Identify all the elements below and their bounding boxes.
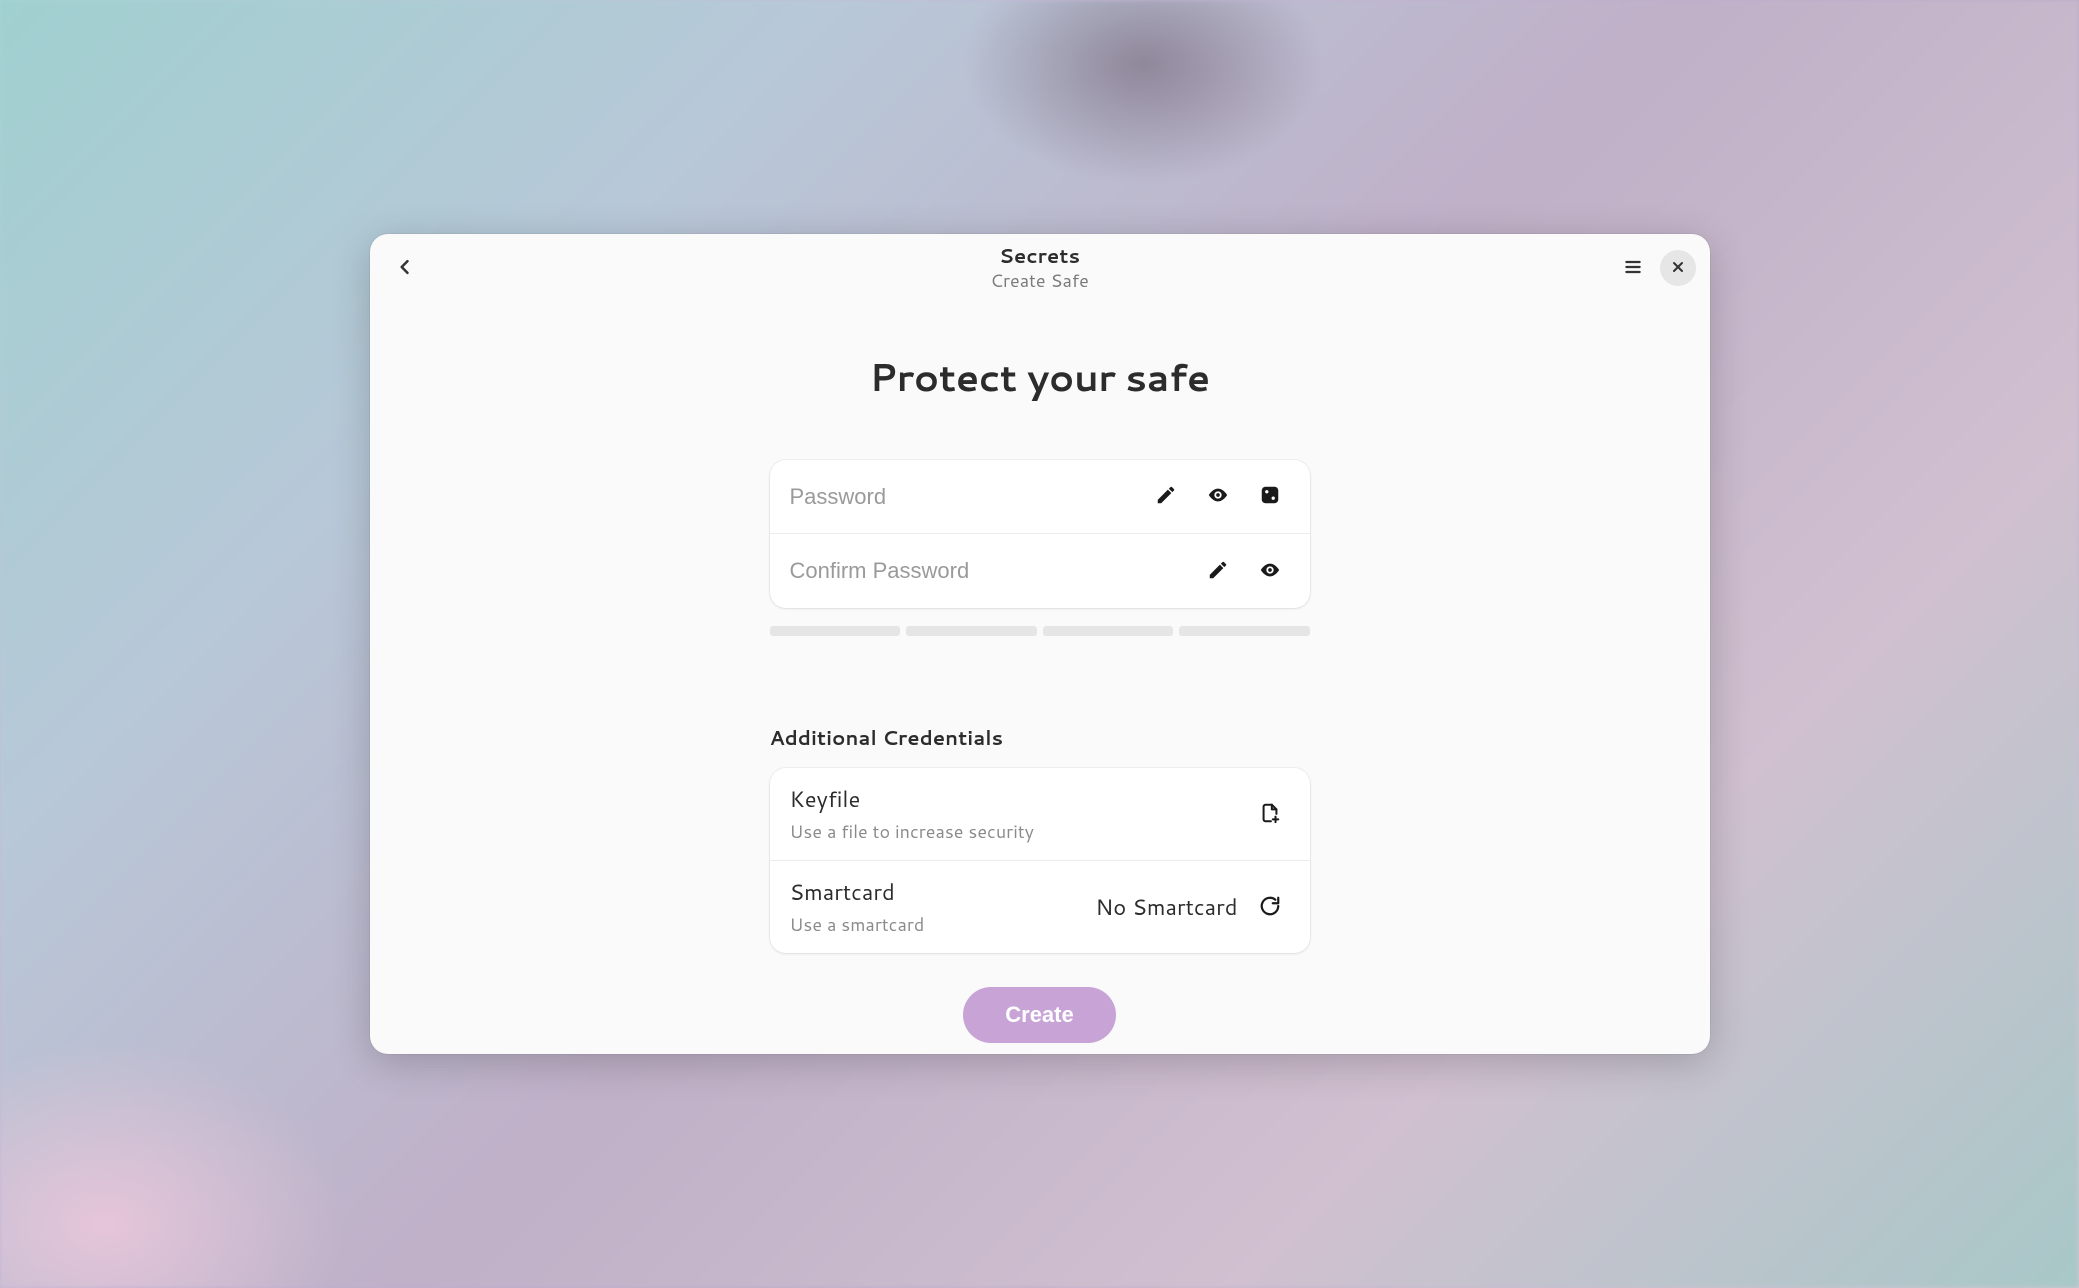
dice-icon (1259, 484, 1281, 509)
app-window: Secrets Create Safe Protect your safe (370, 234, 1710, 1054)
keyfile-add-button[interactable] (1250, 794, 1290, 834)
create-button[interactable]: Create (963, 987, 1115, 1043)
strength-segment (770, 626, 901, 636)
close-button[interactable] (1660, 250, 1696, 286)
strength-segment (1043, 626, 1174, 636)
close-icon (1670, 259, 1686, 278)
window-subtitle: Create Safe (990, 269, 1089, 292)
refresh-icon (1259, 895, 1281, 920)
password-group (770, 460, 1310, 608)
additional-credentials-group: Keyfile Use a file to increase security … (770, 768, 1310, 953)
password-strength-meter (770, 626, 1310, 636)
smartcard-row[interactable]: Smartcard Use a smartcard No Smartcard (770, 861, 1310, 953)
smartcard-value: No Smartcard (1095, 892, 1237, 923)
header-title-block: Secrets Create Safe (990, 244, 1089, 292)
password-input[interactable] (790, 484, 1134, 510)
additional-credentials-label: Additional Credentials (770, 724, 1310, 752)
keyfile-row[interactable]: Keyfile Use a file to increase security (770, 768, 1310, 861)
pencil-icon (1207, 559, 1229, 584)
page-title: Protect your safe (869, 350, 1209, 404)
smartcard-refresh-button[interactable] (1250, 887, 1290, 927)
strength-segment (906, 626, 1037, 636)
keyfile-title: Keyfile (790, 784, 1238, 815)
confirm-reveal-button[interactable] (1250, 551, 1290, 591)
pencil-icon (1155, 484, 1177, 509)
back-button[interactable] (384, 247, 426, 289)
confirm-password-input[interactable] (790, 558, 1186, 584)
confirm-password-row (770, 534, 1310, 608)
eye-icon (1207, 484, 1229, 509)
content-area: Protect your safe (370, 302, 1710, 1054)
eye-icon (1259, 559, 1281, 584)
window-title: Secrets (990, 244, 1089, 269)
keyfile-subtitle: Use a file to increase security (790, 818, 1238, 844)
confirm-edit-button[interactable] (1198, 551, 1238, 591)
strength-segment (1179, 626, 1310, 636)
password-reveal-button[interactable] (1198, 477, 1238, 517)
chevron-left-icon (395, 257, 415, 280)
smartcard-title: Smartcard (790, 877, 1084, 908)
password-generate-button[interactable] (1250, 477, 1290, 517)
file-add-icon (1259, 802, 1281, 827)
smartcard-subtitle: Use a smartcard (790, 911, 1084, 937)
menu-button[interactable] (1612, 247, 1654, 289)
headerbar: Secrets Create Safe (370, 234, 1710, 302)
password-edit-button[interactable] (1146, 477, 1186, 517)
password-row (770, 460, 1310, 534)
hamburger-icon (1623, 257, 1643, 280)
